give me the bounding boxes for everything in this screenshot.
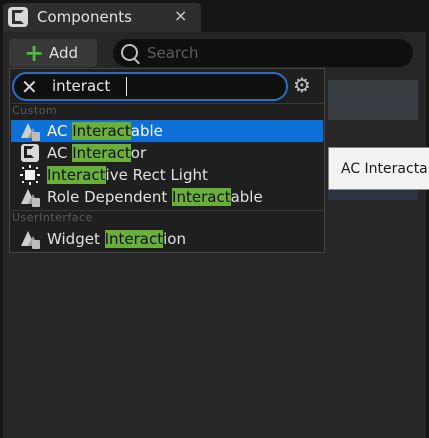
item-label: Role Dependent Interactable: [47, 188, 263, 206]
blueprint-c-icon: [8, 7, 28, 27]
list-item-widget-interaction[interactable]: Widget Interaction: [11, 228, 323, 250]
gear-icon[interactable]: ⚙: [293, 74, 311, 96]
plus-icon: +: [24, 39, 45, 67]
item-label: AC Interactable: [47, 122, 163, 140]
actor-component-icon: [19, 186, 41, 208]
components-tab[interactable]: Components ×: [3, 3, 201, 32]
item-label: Widget Interaction: [47, 230, 186, 248]
match-highlight: Interact: [72, 122, 131, 140]
panel-title: Components: [37, 8, 132, 26]
actor-component-icon: [19, 120, 41, 142]
match-highlight: Interact: [47, 166, 106, 184]
item-label: AC Interactor: [47, 144, 147, 162]
blueprint-class-icon: [19, 142, 41, 164]
list-item-role-dependent-interactable[interactable]: Role Dependent Interactable: [11, 186, 323, 208]
text-caret: [126, 77, 127, 96]
category-label-custom: Custom: [12, 104, 58, 117]
item-label: Interactive Rect Light: [47, 166, 208, 184]
search-input[interactable]: Search: [113, 39, 413, 67]
list-item-interactive-rect-light[interactable]: Interactive Rect Light: [11, 164, 323, 186]
filter-input-text[interactable]: interact: [52, 77, 262, 97]
clear-icon[interactable]: ✕: [21, 75, 38, 99]
rect-light-icon: [19, 164, 41, 186]
tooltip: AC Interactable: [328, 147, 429, 190]
list-item-ac-interactor[interactable]: AC Interactor: [11, 142, 323, 164]
add-component-popup: ✕ interact ⚙ Custom AC Interactable AC I…: [9, 68, 325, 253]
list-item-ac-interactable[interactable]: AC Interactable: [11, 120, 323, 142]
filter-field[interactable]: ✕ interact: [12, 72, 288, 101]
search-icon-handle: [133, 58, 140, 65]
add-component-button[interactable]: + Add: [9, 39, 97, 67]
close-icon[interactable]: ×: [174, 6, 187, 25]
category-label-userinterface: UserInterface: [12, 211, 93, 224]
tree-row-background: [328, 80, 418, 120]
match-highlight: Interact: [104, 230, 164, 248]
tooltip-text: AC Interactable: [341, 161, 429, 177]
match-highlight: Interact: [72, 144, 131, 162]
add-label: Add: [49, 44, 79, 62]
actor-component-icon: [19, 228, 41, 250]
match-highlight: Interact: [172, 188, 231, 206]
search-placeholder: Search: [147, 44, 199, 62]
category-divider: [11, 103, 323, 104]
